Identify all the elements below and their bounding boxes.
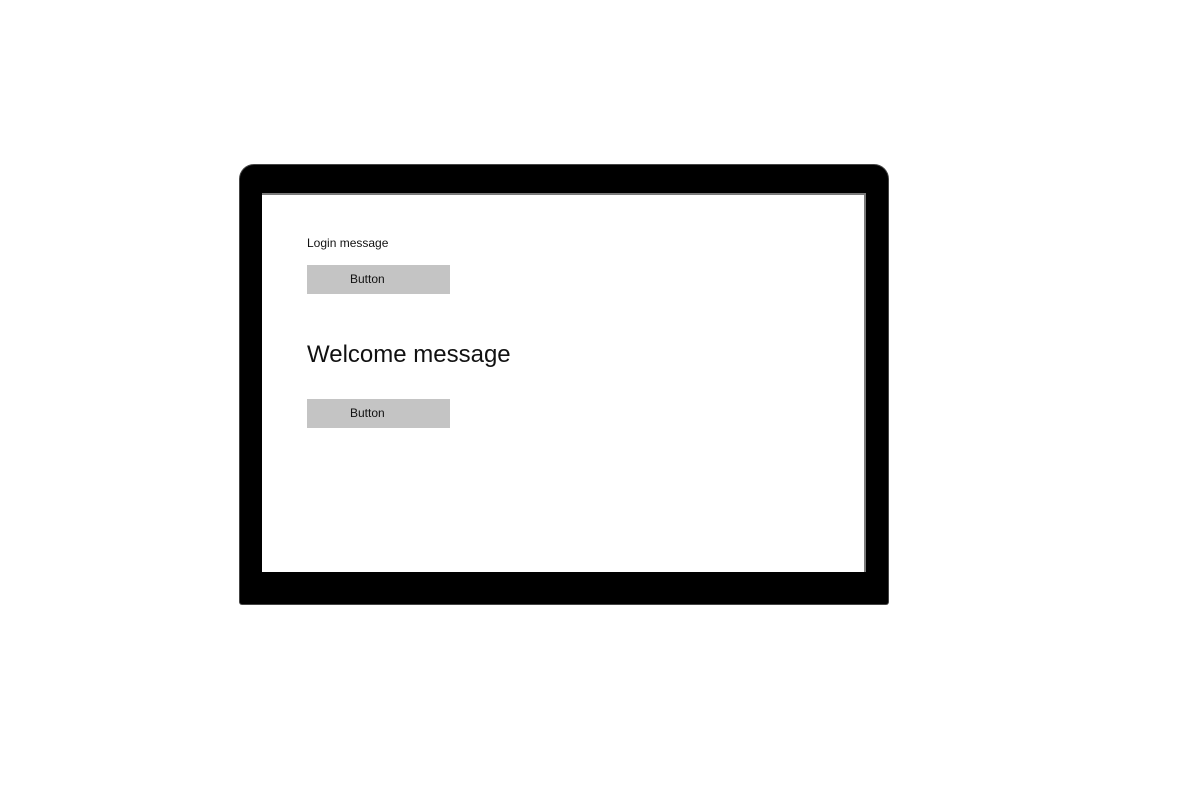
welcome-message: Welcome message	[307, 341, 511, 368]
welcome-button[interactable]: Button	[307, 399, 450, 428]
canvas: Login message Button Welcome message But…	[0, 0, 1178, 802]
laptop-screen: Login message Button Welcome message But…	[262, 193, 866, 572]
login-message: Login message	[307, 236, 389, 250]
laptop-device-frame: Login message Button Welcome message But…	[240, 165, 888, 604]
login-button[interactable]: Button	[307, 265, 450, 294]
